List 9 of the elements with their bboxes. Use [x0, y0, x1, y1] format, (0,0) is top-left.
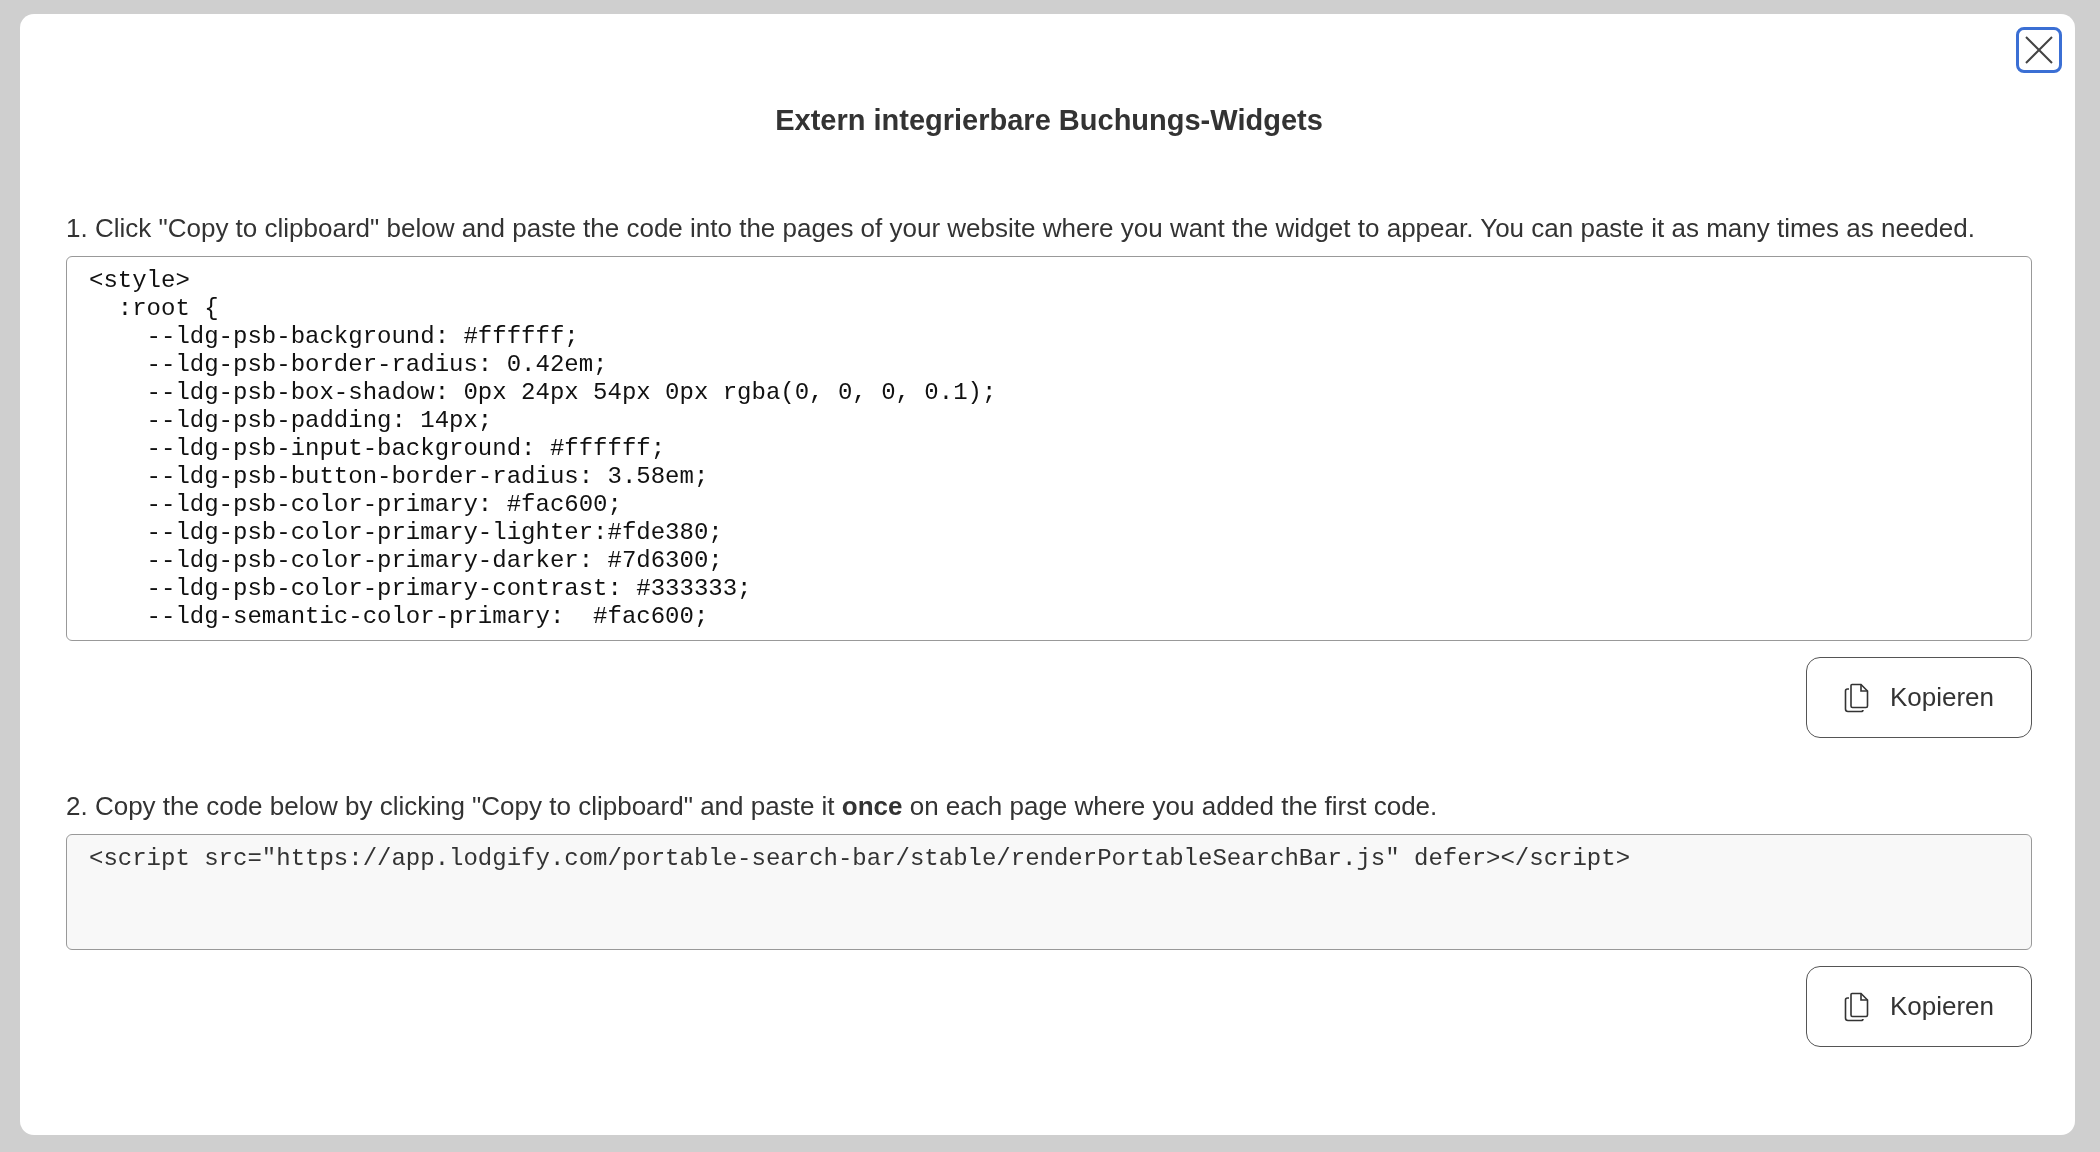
instruction-text: 1. Click "Copy to clipboard" below and paste the code into the pages of your website where you want the widget to appear. You can paste it as many times as needed.	[66, 212, 1976, 245]
close-icon	[2024, 35, 2054, 65]
code-field[interactable]: <script src="https://app.lodgify.com/portable-search-bar/stable/renderPortableSearchBar.js" defer></script>	[66, 834, 2032, 950]
copy-button[interactable]: Kopieren	[1806, 657, 2032, 738]
dialog-title: Extern integrierbare Buchungs-Widgets	[774, 103, 1324, 138]
instruction-text: 2. Copy the code below by clicking "Copy to clipboard" and paste it once on each page where you added the first code.	[66, 790, 1439, 823]
code-field[interactable]: <style> :root { --ldg-psb-background: #ffffff; --ldg-psb-border-radius: 0.42em; --ldg-psb-box-shadow: 0px 24px 54px 0px rgba(0, 0, 0, 0.1); --ldg-psb-padding: 14px; --ldg-psb-input-background: #ffffff; --ldg-psb-button-border-radius: 3.58em; --ldg-psb-color-primary: #fac600; --ldg-psb-color-primary-lighter:#fde380; --ldg-psb-color-primary-darker: #7d6300; --ldg-psb-color-primary-contrast: #333333; --ldg-semantic-color-primary: #fac600;	[66, 256, 2032, 641]
copy-button[interactable]: Kopieren	[1806, 966, 2032, 1047]
close-button[interactable]	[2016, 27, 2062, 73]
